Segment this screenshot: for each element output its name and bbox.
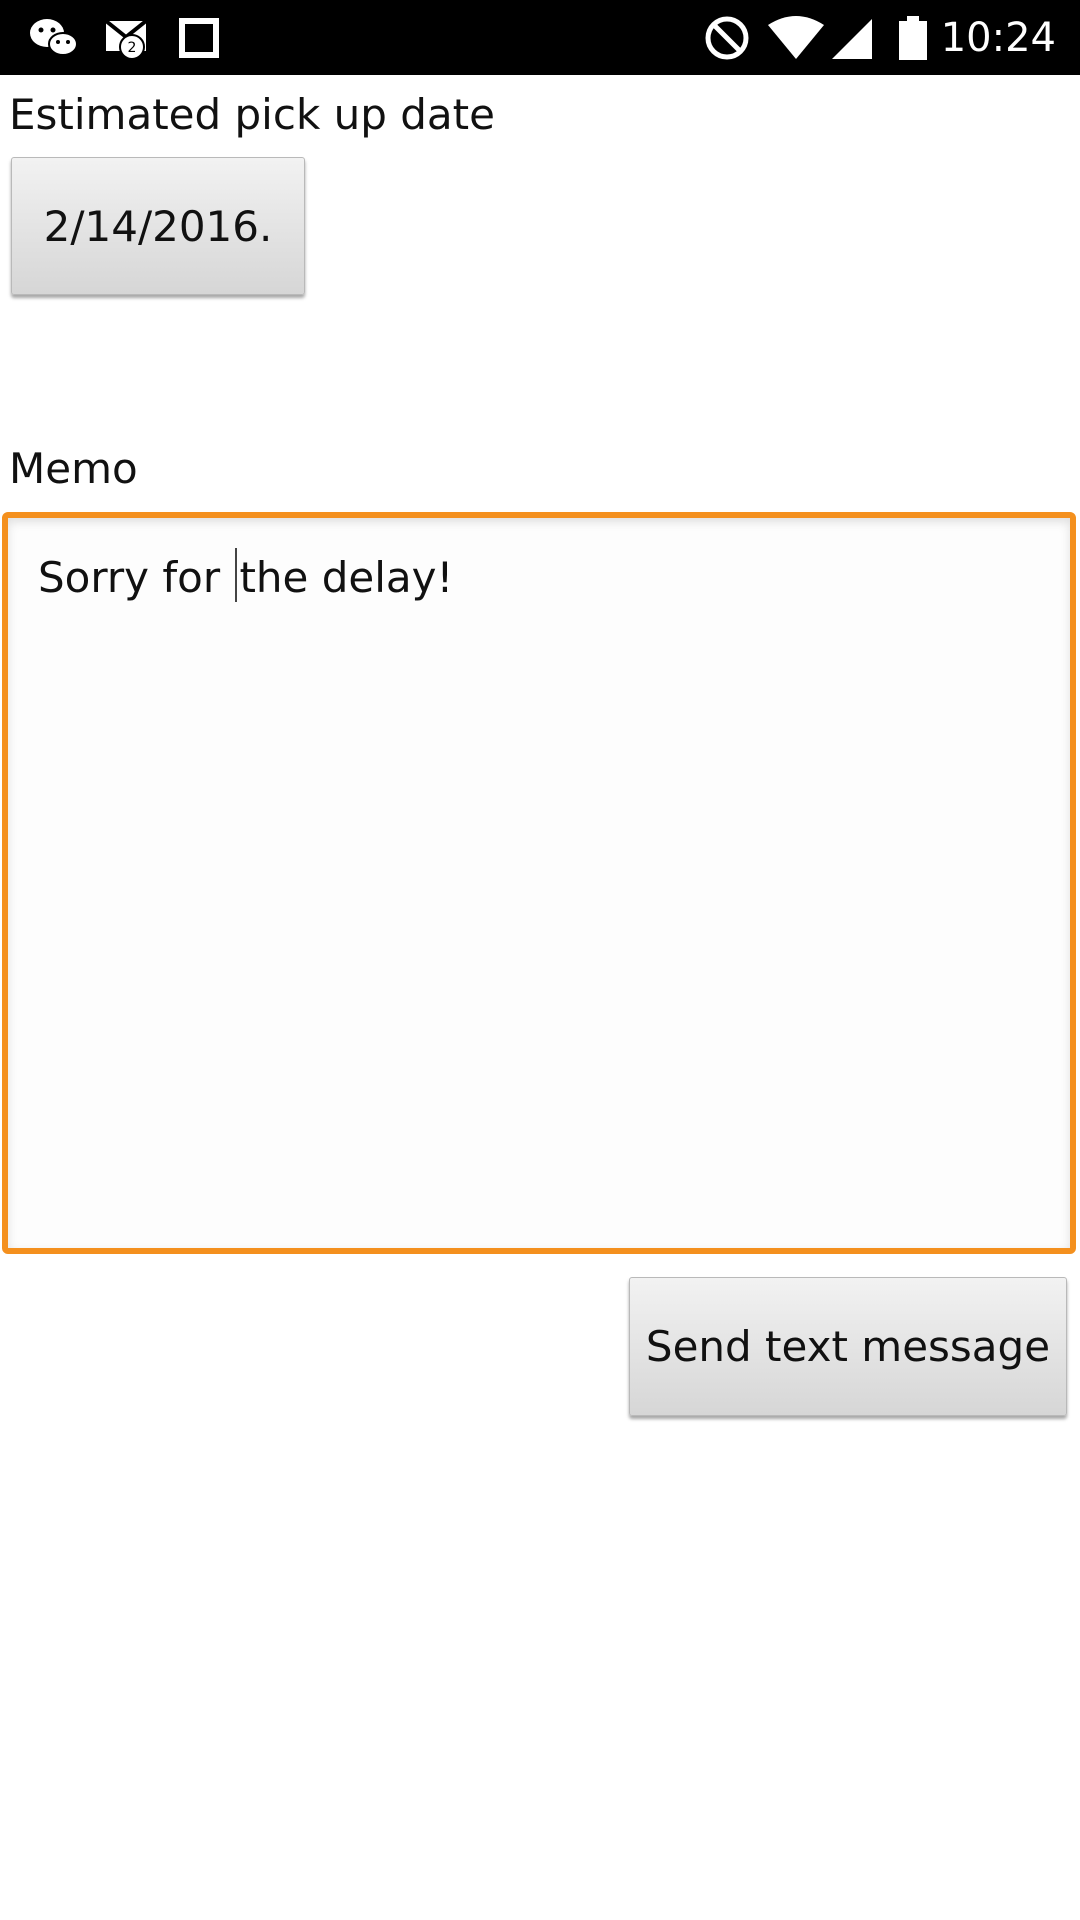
memo-textarea[interactable]: Sorry for the delay! — [2, 512, 1076, 1254]
text-caret — [235, 548, 238, 602]
cell-signal-icon — [830, 0, 874, 75]
memo-text-after-caret: the delay! — [239, 553, 454, 602]
square-icon — [178, 0, 220, 75]
pickup-date-button[interactable]: 2/14/2016. — [11, 157, 305, 295]
memo-label: Memo — [9, 444, 138, 493]
memo-text: Sorry for the delay! — [38, 548, 453, 602]
wechat-icon — [28, 0, 80, 75]
send-text-message-button[interactable]: Send text message — [629, 1277, 1067, 1416]
notification-badge: 2 — [128, 40, 137, 56]
status-time: 10:24 — [940, 14, 1056, 61]
battery-icon — [898, 0, 928, 75]
pickup-date-label: Estimated pick up date — [9, 90, 495, 139]
memo-text-before-caret: Sorry for — [38, 553, 234, 602]
do-not-disturb-icon — [704, 0, 750, 75]
gmail-icon: 2 — [104, 0, 152, 75]
status-bar: 2 10:24 — [0, 0, 1080, 75]
wifi-icon — [766, 0, 826, 75]
